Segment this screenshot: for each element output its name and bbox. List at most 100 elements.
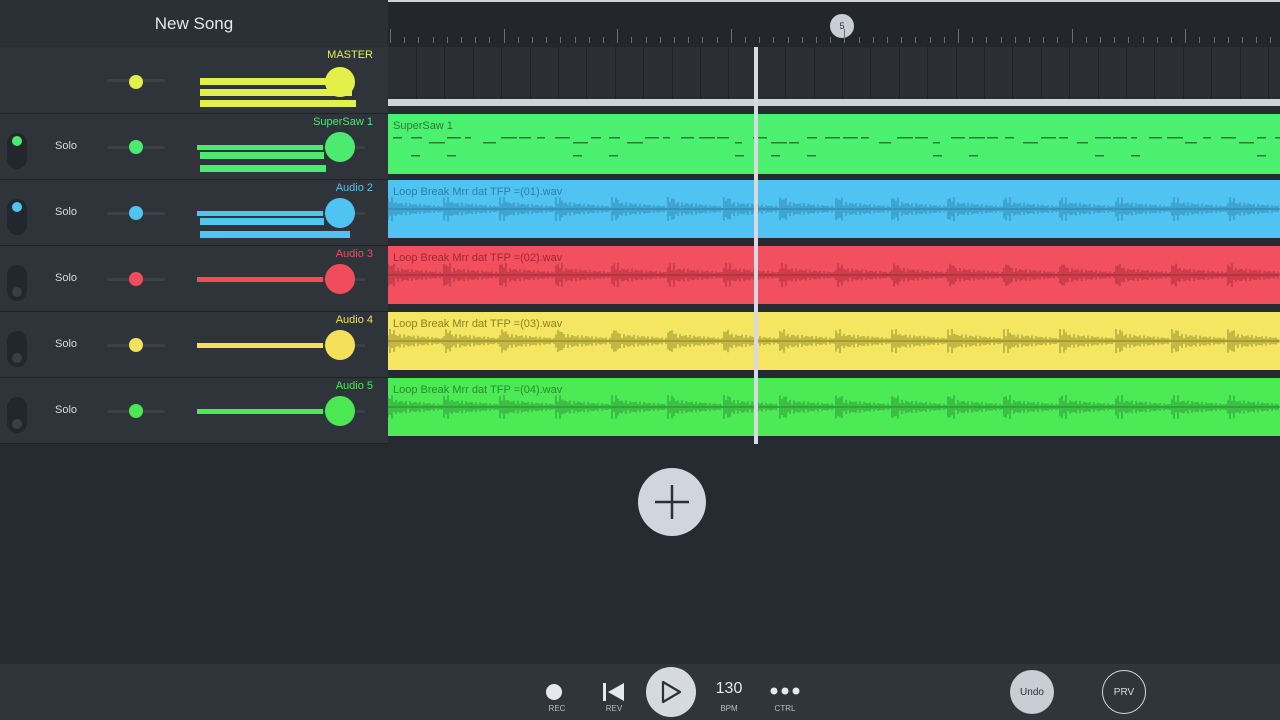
rewind-button[interactable]: REV bbox=[594, 664, 634, 720]
grid-line bbox=[1069, 47, 1071, 99]
volume-knob[interactable] bbox=[325, 67, 355, 97]
ruler-tick bbox=[1142, 37, 1144, 43]
grid-line bbox=[444, 47, 446, 99]
grid-line bbox=[501, 47, 503, 99]
pattern-clip[interactable]: SuperSaw 1 bbox=[388, 114, 1280, 174]
mute-toggle[interactable] bbox=[7, 133, 27, 169]
solo-button[interactable]: Solo bbox=[55, 140, 77, 152]
undo-button[interactable]: Undo bbox=[1010, 670, 1054, 714]
record-label: REC bbox=[548, 704, 566, 713]
mute-toggle[interactable] bbox=[7, 397, 27, 433]
play-icon bbox=[661, 680, 682, 704]
ruler-tick bbox=[830, 37, 832, 43]
grid-line bbox=[842, 47, 843, 99]
level-meter-right bbox=[200, 231, 350, 238]
ruler-tick bbox=[489, 37, 491, 43]
ruler-tick bbox=[674, 37, 675, 43]
record-button[interactable]: REC bbox=[537, 664, 577, 720]
grid-line bbox=[984, 47, 985, 99]
ruler-tick bbox=[390, 29, 391, 43]
ruler-tick bbox=[1256, 37, 1258, 43]
timeline-ruler[interactable]: 5 bbox=[388, 0, 1280, 47]
bar-marker[interactable]: 5 bbox=[830, 14, 854, 38]
solo-button[interactable]: Solo bbox=[55, 206, 77, 218]
ruler-tick bbox=[1270, 37, 1272, 43]
ruler-tick bbox=[1213, 37, 1215, 43]
ruler-tick bbox=[801, 37, 803, 43]
ruler-tick bbox=[617, 29, 619, 43]
mute-toggle[interactable] bbox=[7, 265, 27, 301]
audio-clip[interactable]: Loop Break Mrr dat TFP =(03).wav bbox=[388, 312, 1280, 370]
ruler-tick bbox=[745, 37, 746, 43]
grid-line bbox=[1012, 47, 1014, 99]
ruler-tick bbox=[1199, 37, 1201, 43]
add-track-button[interactable] bbox=[638, 468, 706, 536]
level-meter-left bbox=[200, 152, 324, 159]
ruler-tick bbox=[475, 37, 477, 43]
ruler-tick bbox=[446, 37, 448, 43]
solo-button[interactable]: Solo bbox=[55, 404, 77, 416]
ctrl-label: CTRL bbox=[774, 704, 796, 713]
ruler-tick bbox=[943, 37, 945, 43]
pan-knob[interactable] bbox=[129, 272, 143, 286]
mute-indicator bbox=[12, 287, 22, 297]
mute-toggle[interactable] bbox=[7, 199, 27, 235]
volume-knob[interactable] bbox=[325, 396, 355, 426]
ruler-tick bbox=[1000, 37, 1002, 43]
grid-line bbox=[728, 47, 730, 99]
audio-clip[interactable]: Loop Break Mrr dat TFP =(04).wav bbox=[388, 378, 1280, 436]
level-meter-right bbox=[200, 165, 326, 172]
solo-button[interactable]: Solo bbox=[55, 272, 77, 284]
ctrl-button[interactable]: CTRL bbox=[765, 664, 805, 720]
ruler-tick bbox=[645, 37, 647, 43]
bpm-value[interactable]: 130 bbox=[709, 680, 749, 698]
preview-button[interactable]: PRV bbox=[1102, 670, 1146, 714]
grid-line bbox=[1126, 47, 1127, 99]
ruler-tick bbox=[773, 37, 775, 43]
volume-knob[interactable] bbox=[325, 264, 355, 294]
ruler-tick bbox=[1100, 37, 1101, 43]
pan-knob[interactable] bbox=[129, 338, 143, 352]
play-button[interactable] bbox=[646, 667, 696, 717]
pan-knob[interactable] bbox=[129, 206, 143, 220]
audio-clip[interactable]: Loop Break Mrr dat TFP =(02).wav bbox=[388, 246, 1280, 304]
audio-clip[interactable]: Loop Break Mrr dat TFP =(01).wav bbox=[388, 180, 1280, 238]
grid-line bbox=[1154, 47, 1156, 99]
ruler-tick bbox=[1114, 37, 1116, 43]
grid-line bbox=[1097, 47, 1099, 99]
bpm-control[interactable]: 130 BPM bbox=[709, 664, 749, 720]
ruler-tick bbox=[532, 37, 533, 43]
grid-line bbox=[813, 47, 815, 99]
grid-line bbox=[700, 47, 701, 99]
ruler-tick bbox=[1057, 37, 1059, 43]
volume-knob[interactable] bbox=[325, 132, 355, 162]
clip-label: Loop Break Mrr dat TFP =(01).wav bbox=[393, 186, 563, 198]
volume-knob[interactable] bbox=[325, 330, 355, 360]
ruler-tick bbox=[546, 37, 548, 43]
playhead[interactable] bbox=[754, 47, 758, 444]
ruler-tick bbox=[404, 37, 406, 43]
clip-label: SuperSaw 1 bbox=[393, 120, 453, 132]
track-header: SuperSaw 1 Solo bbox=[0, 114, 388, 180]
grid-line bbox=[643, 47, 645, 99]
mute-toggle[interactable] bbox=[7, 331, 27, 367]
grid-line bbox=[1211, 47, 1213, 99]
master-lane bbox=[388, 47, 1280, 106]
pan-knob[interactable] bbox=[129, 75, 143, 89]
pattern-notes bbox=[393, 137, 1280, 157]
song-title[interactable]: New Song bbox=[0, 0, 388, 47]
pan-knob[interactable] bbox=[129, 140, 143, 154]
track-header: Audio 5 Solo bbox=[0, 378, 388, 444]
volume-fill bbox=[197, 409, 323, 414]
track-name: Audio 3 bbox=[335, 248, 373, 260]
grid-line bbox=[671, 47, 673, 99]
ruler-tick bbox=[759, 37, 761, 43]
pan-knob[interactable] bbox=[129, 404, 143, 418]
ruler-tick bbox=[1185, 29, 1187, 43]
master-track-name: MASTER bbox=[327, 49, 373, 61]
more-icon bbox=[770, 687, 800, 695]
ruler-tick bbox=[1171, 37, 1172, 43]
solo-button[interactable]: Solo bbox=[55, 338, 77, 350]
arrangement-area[interactable]: SuperSaw 1 Loop Break Mrr dat TFP =(01).w… bbox=[388, 47, 1280, 444]
volume-knob[interactable] bbox=[325, 198, 355, 228]
